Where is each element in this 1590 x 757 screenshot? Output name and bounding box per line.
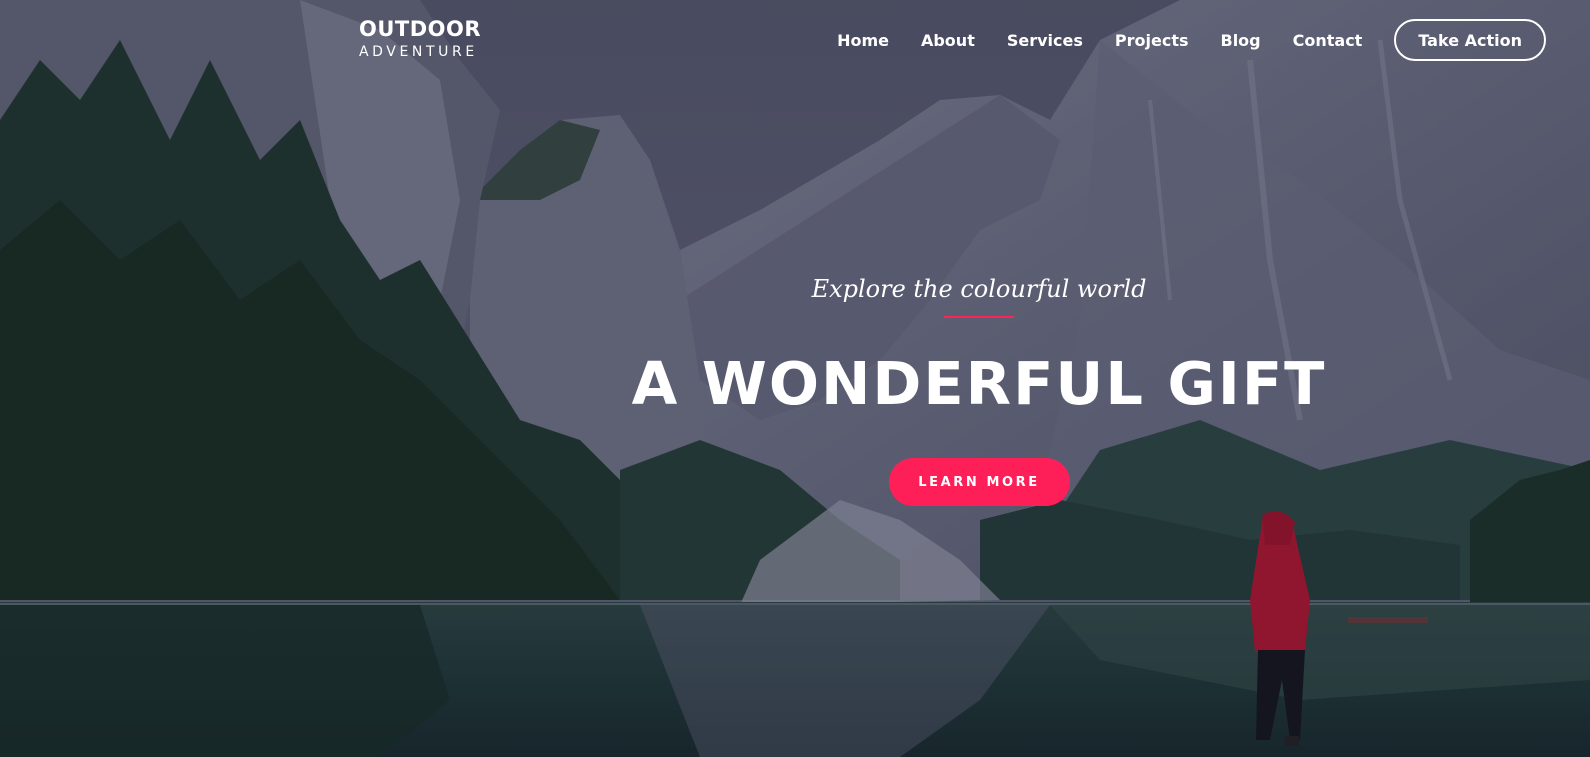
nav-item-services[interactable]: Services [1007,31,1083,50]
site-logo[interactable]: OUTDOOR ADVENTURE [359,17,481,62]
nav-item-projects[interactable]: Projects [1115,31,1189,50]
hero-title: A WONDERFUL GIFT [631,349,1327,418]
logo-title: OUTDOOR [359,17,482,41]
hero-section: OUTDOOR ADVENTURE Home About Services Pr… [0,0,1590,757]
nav-item-about[interactable]: About [921,31,975,50]
learn-more-button[interactable]: LEARN MORE [888,458,1070,506]
main-navigation: Home About Services Projects Blog Contac… [837,19,1546,61]
nav-item-contact[interactable]: Contact [1293,31,1363,50]
nav-item-blog[interactable]: Blog [1221,31,1261,50]
nav-item-home[interactable]: Home [837,31,889,50]
accent-divider [944,316,1014,318]
take-action-button[interactable]: Take Action [1394,19,1546,61]
hero-subtitle: Explore the colourful world [811,275,1147,303]
hero-content: Explore the colourful world A WONDERFUL … [0,270,1590,506]
logo-tagline: ADVENTURE [359,44,478,60]
